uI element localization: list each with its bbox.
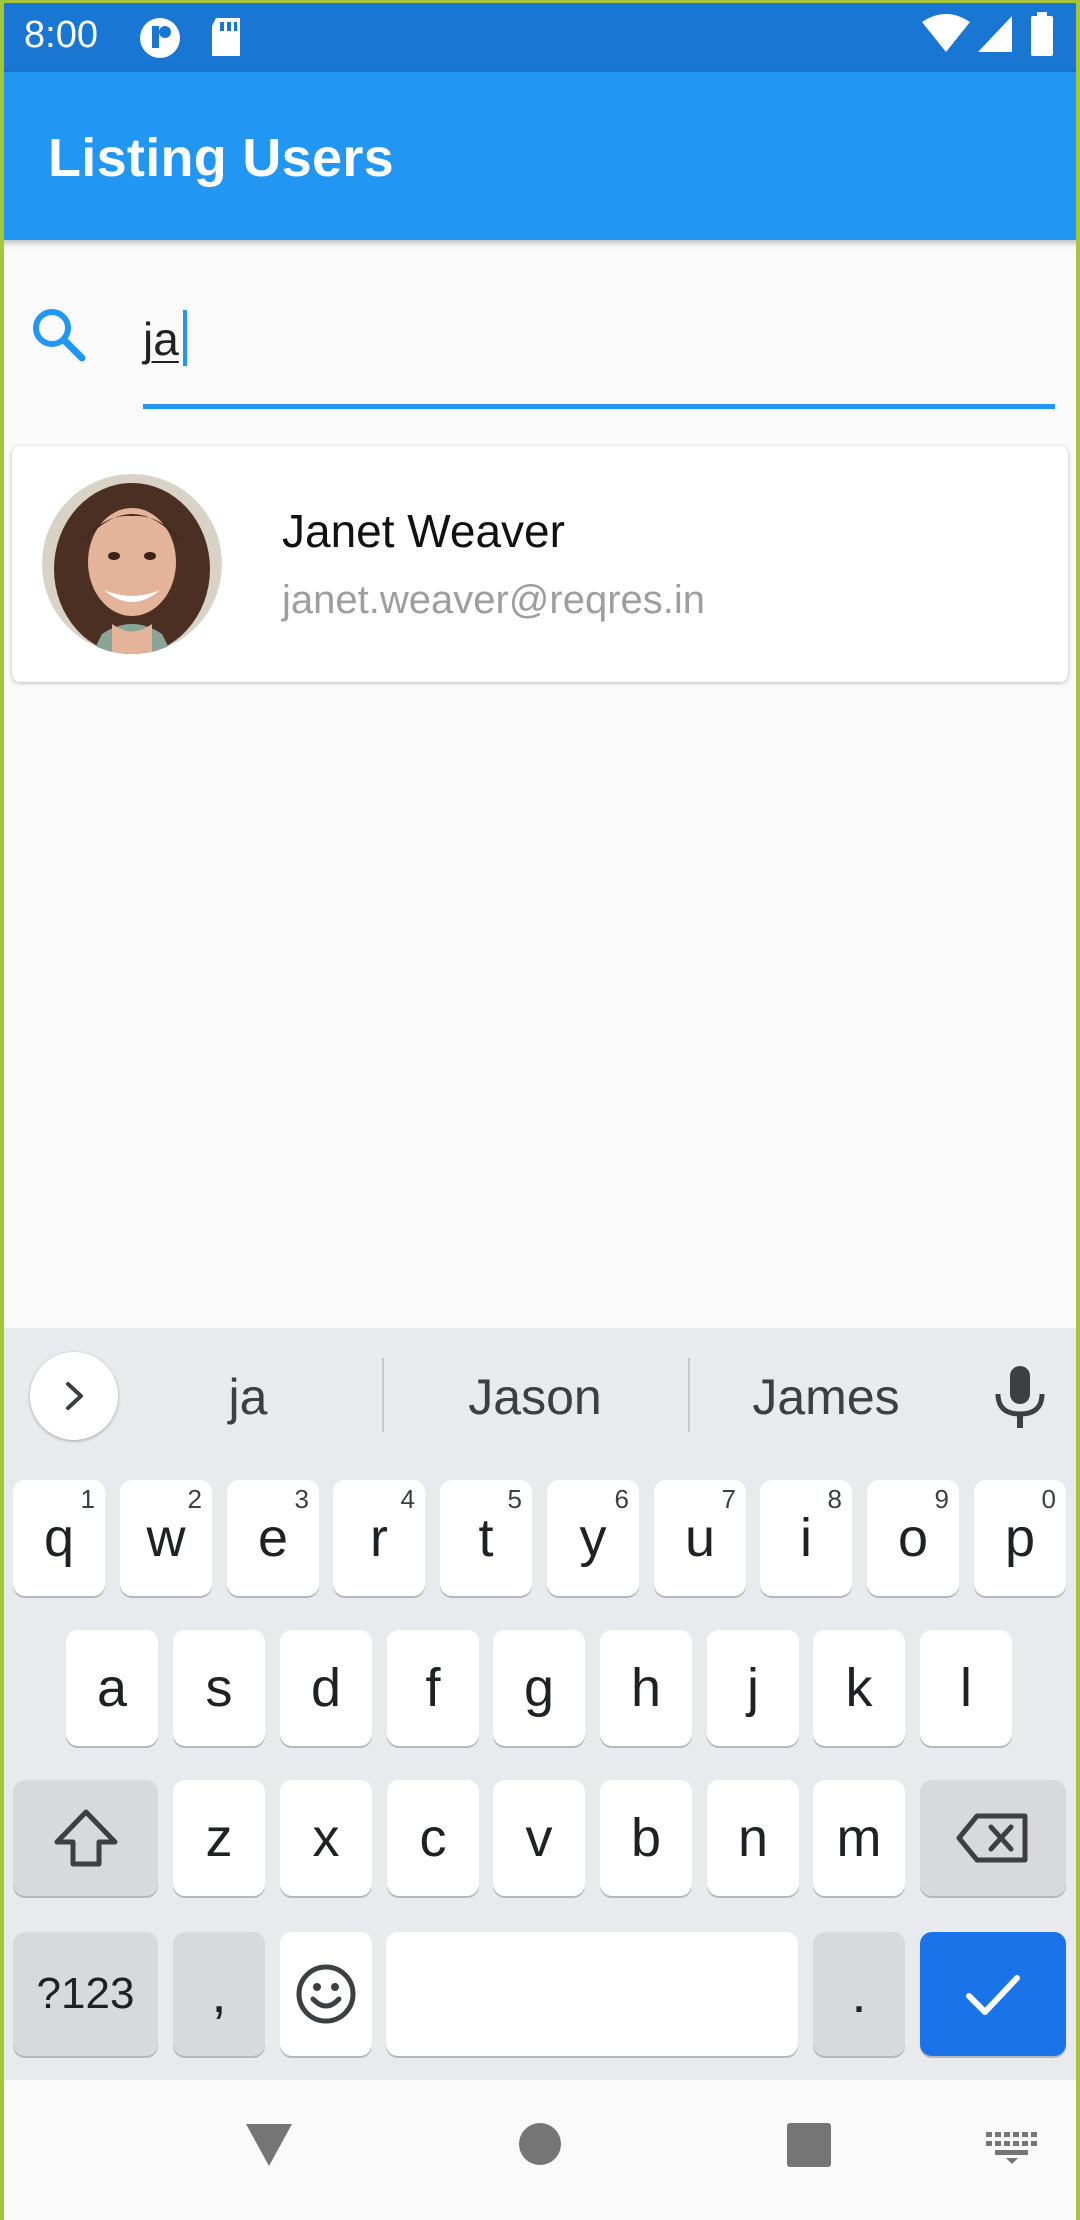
key-w[interactable]: w2 <box>120 1480 212 1596</box>
key-j[interactable]: j <box>707 1630 799 1746</box>
sd-card-icon <box>208 16 244 63</box>
key-u[interactable]: u7 <box>654 1480 746 1596</box>
keyboard-switch-icon[interactable] <box>986 2132 1038 2169</box>
done-key[interactable] <box>920 1932 1066 2056</box>
emoji-key[interactable] <box>280 1932 372 2056</box>
wifi-icon <box>922 14 970 59</box>
key-l[interactable]: l <box>920 1630 1012 1746</box>
emoji-icon <box>296 1964 356 2024</box>
status-time: 8:00 <box>24 14 98 56</box>
signal-icon <box>976 14 1014 59</box>
recents-icon[interactable] <box>786 2122 832 2173</box>
user-list-item[interactable]: Janet Weaver janet.weaver@reqres.in <box>12 446 1068 682</box>
search-input[interactable]: ja <box>143 300 1055 410</box>
search-input-underline <box>143 404 1055 409</box>
search-icon <box>30 306 88 369</box>
key-i[interactable]: i8 <box>760 1480 852 1596</box>
key-y[interactable]: y6 <box>547 1480 639 1596</box>
shift-key[interactable] <box>13 1780 158 1896</box>
backspace-icon <box>956 1813 1028 1863</box>
chevron-right-icon <box>66 1382 83 1410</box>
back-icon[interactable] <box>244 2120 294 2173</box>
key-p[interactable]: p0 <box>974 1480 1066 1596</box>
avatar <box>42 474 222 654</box>
key-m[interactable]: m <box>813 1780 905 1896</box>
period-key[interactable]: . <box>813 1932 905 2056</box>
status-bar: 8:00 <box>0 0 1080 72</box>
battery-icon <box>1030 12 1054 61</box>
microphone-icon[interactable] <box>990 1364 1050 1435</box>
space-key[interactable] <box>386 1932 798 2056</box>
checkmark-icon <box>966 1975 1020 2015</box>
page-title: Listing Users <box>48 128 394 188</box>
key-q[interactable]: q1 <box>13 1480 105 1596</box>
home-icon[interactable] <box>518 2122 562 2171</box>
suggestion-1[interactable]: ja <box>150 1368 346 1426</box>
key-o[interactable]: o9 <box>867 1480 959 1596</box>
key-t[interactable]: t5 <box>440 1480 532 1596</box>
app-bar: Listing Users <box>0 72 1080 240</box>
user-email: janet.weaver@reqres.in <box>282 578 706 622</box>
key-f[interactable]: f <box>387 1630 479 1746</box>
suggestion-divider <box>382 1358 384 1432</box>
key-x[interactable]: x <box>280 1780 372 1896</box>
key-n[interactable]: n <box>707 1780 799 1896</box>
text-caret <box>183 310 187 366</box>
comma-key[interactable]: , <box>173 1932 265 2056</box>
shift-icon <box>54 1809 117 1867</box>
soft-keyboard: ja Jason James q1 w2 e3 r4 t5 y6 u7 i8 o… <box>0 1328 1080 2080</box>
suggestion-2[interactable]: Jason <box>392 1368 678 1426</box>
key-h[interactable]: h <box>600 1630 692 1746</box>
suggestion-divider <box>688 1358 690 1432</box>
key-c[interactable]: c <box>387 1780 479 1896</box>
symbols-key[interactable]: ?123 <box>13 1932 158 2056</box>
suggestion-3[interactable]: James <box>700 1368 952 1426</box>
notification-icon <box>138 16 182 65</box>
key-a[interactable]: a <box>66 1630 158 1746</box>
key-e[interactable]: e3 <box>227 1480 319 1596</box>
search-input-value: ja <box>143 313 179 365</box>
backspace-key[interactable] <box>920 1780 1066 1896</box>
key-z[interactable]: z <box>173 1780 265 1896</box>
navigation-bar <box>0 2080 1080 2220</box>
key-v[interactable]: v <box>493 1780 585 1896</box>
key-b[interactable]: b <box>600 1780 692 1896</box>
key-s[interactable]: s <box>173 1630 265 1746</box>
key-r[interactable]: r4 <box>333 1480 425 1596</box>
key-g[interactable]: g <box>493 1630 585 1746</box>
key-d[interactable]: d <box>280 1630 372 1746</box>
user-name: Janet Weaver <box>282 505 565 557</box>
suggestions-expand-button[interactable] <box>30 1352 118 1440</box>
key-k[interactable]: k <box>813 1630 905 1746</box>
